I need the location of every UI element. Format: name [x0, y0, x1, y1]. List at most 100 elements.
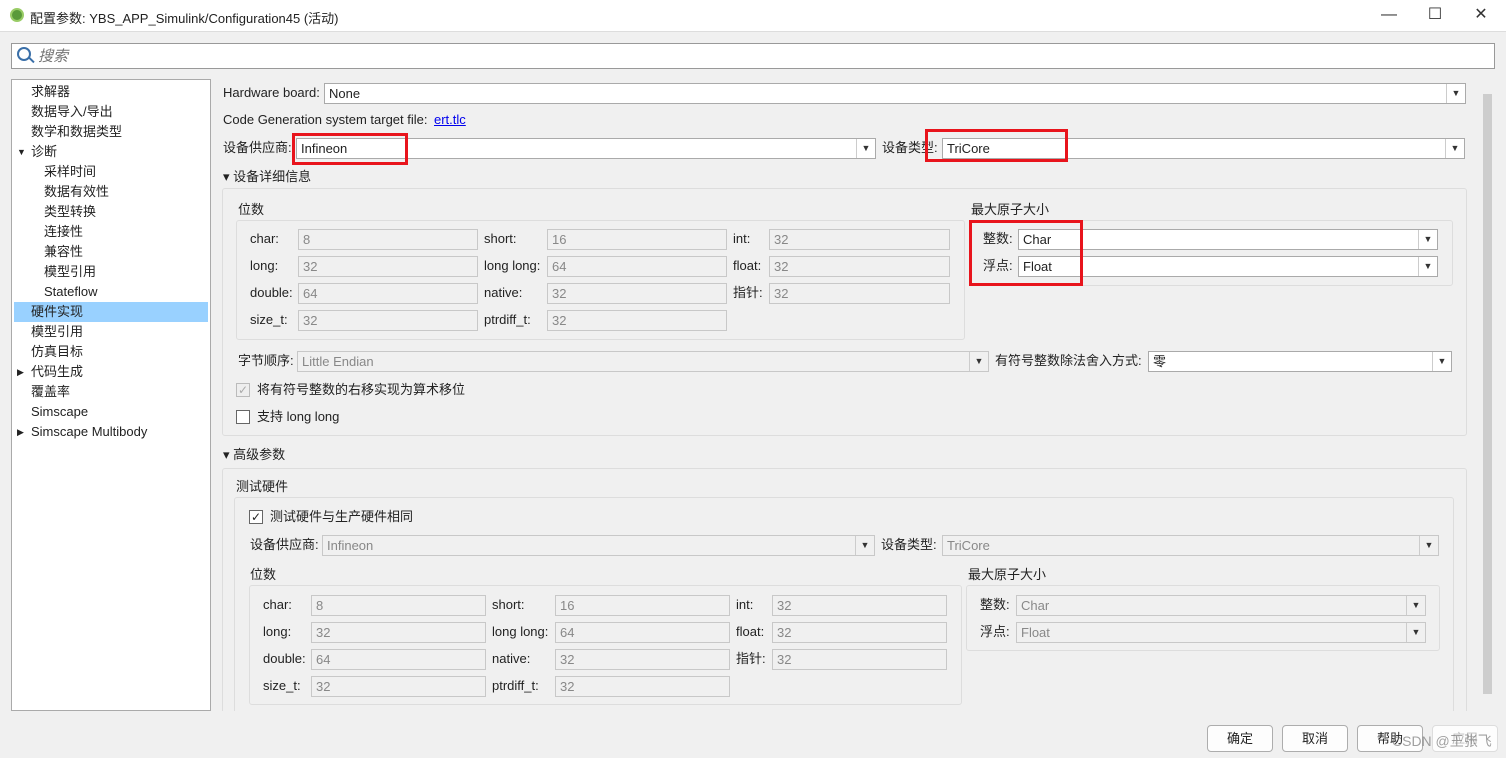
- bits-label: double:: [263, 651, 306, 666]
- hardware-board-value: None: [329, 86, 361, 101]
- bits-field[interactable]: 8: [311, 595, 486, 616]
- tree-item[interactable]: 硬件实现: [14, 302, 208, 322]
- chevron-down-icon[interactable]: ▼: [17, 142, 26, 162]
- bits-field[interactable]: 64: [555, 622, 730, 643]
- details-section-toggle[interactable]: ▾ 设备详细信息: [223, 167, 311, 187]
- tree-item-label: 覆盖率: [31, 384, 71, 399]
- bits-field[interactable]: 32: [547, 310, 727, 331]
- cancel-button[interactable]: 取消: [1282, 725, 1348, 752]
- bits-label: int:: [736, 597, 754, 612]
- tree-item[interactable]: ▼ 诊断: [14, 142, 208, 162]
- rounding-value: 零: [1153, 354, 1167, 369]
- bits-field[interactable]: 32: [298, 310, 478, 331]
- details-title: 设备详细信息: [233, 169, 312, 184]
- bits-field[interactable]: 16: [555, 595, 730, 616]
- bits-label: short:: [492, 597, 525, 612]
- minimize-button[interactable]: —: [1366, 0, 1412, 32]
- bits-field[interactable]: 64: [311, 649, 486, 670]
- bits-label: long long:: [484, 258, 541, 273]
- scrollbar-thumb[interactable]: [1483, 94, 1492, 694]
- bits-field[interactable]: 32: [555, 676, 730, 697]
- maximize-button[interactable]: ☐: [1412, 0, 1458, 32]
- target-file-link[interactable]: ert.tlc: [434, 110, 466, 130]
- tree-item[interactable]: Simscape: [14, 402, 208, 422]
- bits-label: long long:: [492, 624, 549, 639]
- advanced-title: 高级参数: [233, 447, 286, 462]
- bits-field[interactable]: 32: [298, 256, 478, 277]
- tree-item[interactable]: 覆盖率: [14, 382, 208, 402]
- tree-item[interactable]: ▶ 代码生成: [14, 362, 208, 382]
- close-button[interactable]: ✕: [1458, 0, 1504, 32]
- longlong-checkbox[interactable]: [236, 410, 250, 424]
- bits-label: double:: [250, 285, 293, 300]
- bits-field[interactable]: 32: [555, 649, 730, 670]
- test-hw-title: 测试硬件: [236, 479, 289, 494]
- same-hw-checkbox[interactable]: ✓: [249, 510, 263, 524]
- test-float-select[interactable]: Float ▼: [1016, 622, 1426, 643]
- bits-title: 位数: [238, 202, 265, 217]
- title-bar: 配置参数: YBS_APP_Simulink/Configuration45 (…: [0, 0, 1506, 32]
- test-int-value: Char: [1021, 598, 1050, 613]
- bits-field[interactable]: 32: [772, 649, 947, 670]
- shift-checkbox[interactable]: ✓: [236, 383, 250, 397]
- tree-item[interactable]: 仿真目标: [14, 342, 208, 362]
- search-box[interactable]: [11, 43, 1495, 69]
- tree-item[interactable]: 模型引用: [14, 262, 208, 282]
- tree-item[interactable]: 兼容性: [14, 242, 208, 262]
- chevron-right-icon[interactable]: ▶: [17, 362, 24, 382]
- bits-label: size_t:: [263, 678, 301, 693]
- bits-field[interactable]: 8: [298, 229, 478, 250]
- test-vendor-select[interactable]: Infineon ▼: [322, 535, 875, 556]
- test-type-select[interactable]: TriCore ▼: [942, 535, 1439, 556]
- rounding-label: 有符号整数除法舍入方式:: [995, 353, 1142, 368]
- tree-item[interactable]: 采样时间: [14, 162, 208, 182]
- tree-item[interactable]: ▶ Simscape Multibody: [14, 422, 208, 442]
- tree-item-label: 类型转换: [44, 204, 97, 219]
- bits-field[interactable]: 32: [769, 283, 950, 304]
- tree-item[interactable]: Stateflow: [14, 282, 208, 302]
- byte-order-select[interactable]: Little Endian ▼: [297, 351, 989, 372]
- tree-item[interactable]: 模型引用: [14, 322, 208, 342]
- hardware-board-select[interactable]: None ▼: [324, 83, 1466, 104]
- tree-item[interactable]: 求解器: [14, 82, 208, 102]
- tree-item[interactable]: 连接性: [14, 222, 208, 242]
- chevron-down-icon: ▼: [1406, 623, 1425, 642]
- bits-label: native:: [492, 651, 531, 666]
- tree-item-label: Simscape Multibody: [31, 424, 148, 439]
- watermark: CSDN @王张飞: [1392, 733, 1492, 749]
- bits-field[interactable]: 32: [769, 229, 950, 250]
- bits-field[interactable]: 32: [311, 676, 486, 697]
- bits-label: long:: [263, 624, 292, 639]
- rounding-select[interactable]: 零 ▼: [1148, 351, 1452, 372]
- tree-item-label: 数据导入/导出: [31, 104, 113, 119]
- chevron-right-icon[interactable]: ▶: [17, 422, 24, 442]
- tree-item-label: 硬件实现: [31, 304, 84, 319]
- tree-item-label: 模型引用: [44, 264, 97, 279]
- tree-item[interactable]: 类型转换: [14, 202, 208, 222]
- ok-button[interactable]: 确定: [1207, 725, 1273, 752]
- test-vendor-label: 设备供应商:: [250, 537, 319, 552]
- bits-field[interactable]: 64: [547, 256, 727, 277]
- bits-field[interactable]: 32: [769, 256, 950, 277]
- tree-item[interactable]: 数据有效性: [14, 182, 208, 202]
- advanced-section-toggle[interactable]: ▾ 高级参数: [223, 445, 285, 465]
- tree-item[interactable]: 数学和数据类型: [14, 122, 208, 142]
- bits-field[interactable]: 32: [772, 595, 947, 616]
- window-title: 配置参数: YBS_APP_Simulink/Configuration45 (…: [30, 11, 339, 26]
- byte-order-label: 字节顺序:: [238, 353, 294, 368]
- bits-field[interactable]: 32: [772, 622, 947, 643]
- test-atomic-title: 最大原子大小: [968, 567, 1047, 582]
- vertical-scrollbar[interactable]: [1480, 79, 1495, 711]
- bits-field[interactable]: 16: [547, 229, 727, 250]
- chevron-down-icon: ▼: [1419, 536, 1438, 555]
- same-hw-label: 测试硬件与生产硬件相同: [270, 509, 414, 524]
- bits-field[interactable]: 32: [311, 622, 486, 643]
- chevron-down-icon: ▼: [969, 352, 988, 371]
- search-input[interactable]: [38, 46, 1438, 66]
- test-int-select[interactable]: Char ▼: [1016, 595, 1426, 616]
- chevron-down-icon: ▼: [1446, 84, 1465, 103]
- bits-field[interactable]: 32: [547, 283, 727, 304]
- bits-field[interactable]: 64: [298, 283, 478, 304]
- tree-item[interactable]: 数据导入/导出: [14, 102, 208, 122]
- bits-label: 指针:: [736, 651, 766, 666]
